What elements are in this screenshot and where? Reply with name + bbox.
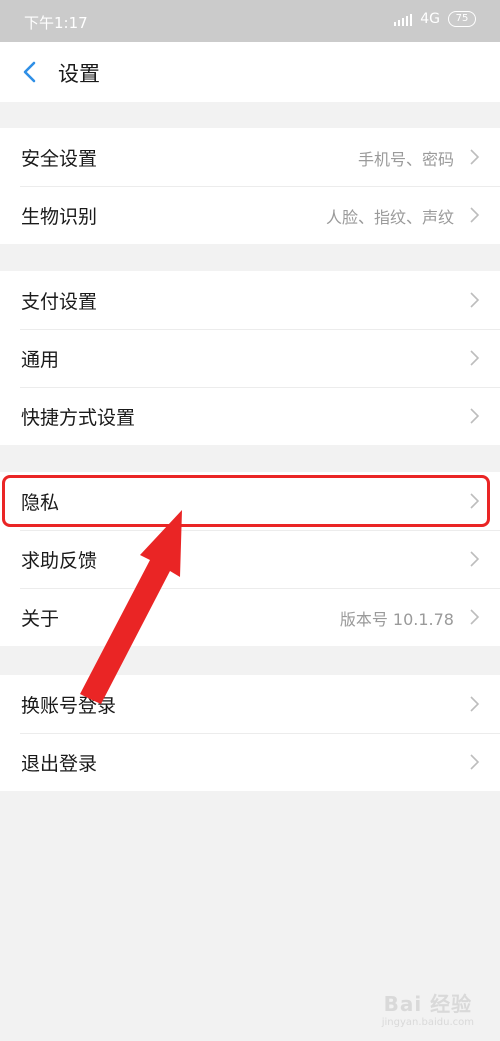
row-label: 快捷方式设置 xyxy=(21,407,136,429)
status-time: 下午1:17 xyxy=(24,14,88,32)
settings-row-biometric[interactable]: 生物识别 人脸、指纹、声纹 xyxy=(0,186,500,244)
back-arrow-icon[interactable] xyxy=(14,56,46,88)
chevron-right-icon xyxy=(470,207,480,223)
settings-row-about[interactable]: 关于 版本号 10.1.78 xyxy=(0,588,500,646)
chevron-right-icon xyxy=(470,696,480,712)
row-label: 通用 xyxy=(21,349,60,371)
settings-row-general[interactable]: 通用 xyxy=(0,329,500,387)
chevron-right-icon xyxy=(470,551,480,567)
watermark-logo: Bai 经验 xyxy=(383,992,473,1016)
chevron-right-icon xyxy=(470,408,480,424)
row-label: 退出登录 xyxy=(21,753,98,775)
page-title: 设置 xyxy=(58,62,100,86)
chevron-right-icon xyxy=(470,149,480,165)
chevron-right-icon xyxy=(470,754,480,770)
watermark: Bai 经验 jingyan.baidu.com xyxy=(382,988,474,1028)
row-label: 生物识别 xyxy=(21,206,98,228)
row-label: 支付设置 xyxy=(21,291,98,313)
settings-row-payment[interactable]: 支付设置 xyxy=(0,271,500,329)
row-value: 版本号 10.1.78 xyxy=(339,610,454,629)
signal-icon xyxy=(394,12,413,26)
row-label: 换账号登录 xyxy=(21,695,117,717)
settings-group-4: 换账号登录 退出登录 xyxy=(0,675,500,791)
row-label: 关于 xyxy=(21,608,60,630)
settings-row-shortcuts[interactable]: 快捷方式设置 xyxy=(0,387,500,445)
settings-row-logout[interactable]: 退出登录 xyxy=(0,733,500,791)
status-icons: 4G 75 xyxy=(394,11,476,27)
network-type: 4G xyxy=(420,11,440,27)
chevron-right-icon xyxy=(470,292,480,308)
watermark-url: jingyan.baidu.com xyxy=(381,1017,474,1028)
row-value: 手机号、密码 xyxy=(357,150,454,169)
highlight-box xyxy=(2,475,490,527)
chevron-right-icon xyxy=(470,350,480,366)
settings-row-feedback[interactable]: 求助反馈 xyxy=(0,530,500,588)
settings-row-security[interactable]: 安全设置 手机号、密码 xyxy=(0,128,500,186)
row-value: 人脸、指纹、声纹 xyxy=(325,208,454,227)
header: 设置 xyxy=(0,42,500,102)
chevron-right-icon xyxy=(470,609,480,625)
battery-icon: 75 xyxy=(448,11,476,27)
settings-group-2: 支付设置 通用 快捷方式设置 xyxy=(0,271,500,445)
row-label: 安全设置 xyxy=(21,148,98,170)
settings-group-1: 安全设置 手机号、密码 生物识别 人脸、指纹、声纹 xyxy=(0,128,500,244)
settings-row-switch-account[interactable]: 换账号登录 xyxy=(0,675,500,733)
status-bar: 下午1:17 4G 75 xyxy=(0,0,500,42)
row-label: 求助反馈 xyxy=(21,550,98,572)
